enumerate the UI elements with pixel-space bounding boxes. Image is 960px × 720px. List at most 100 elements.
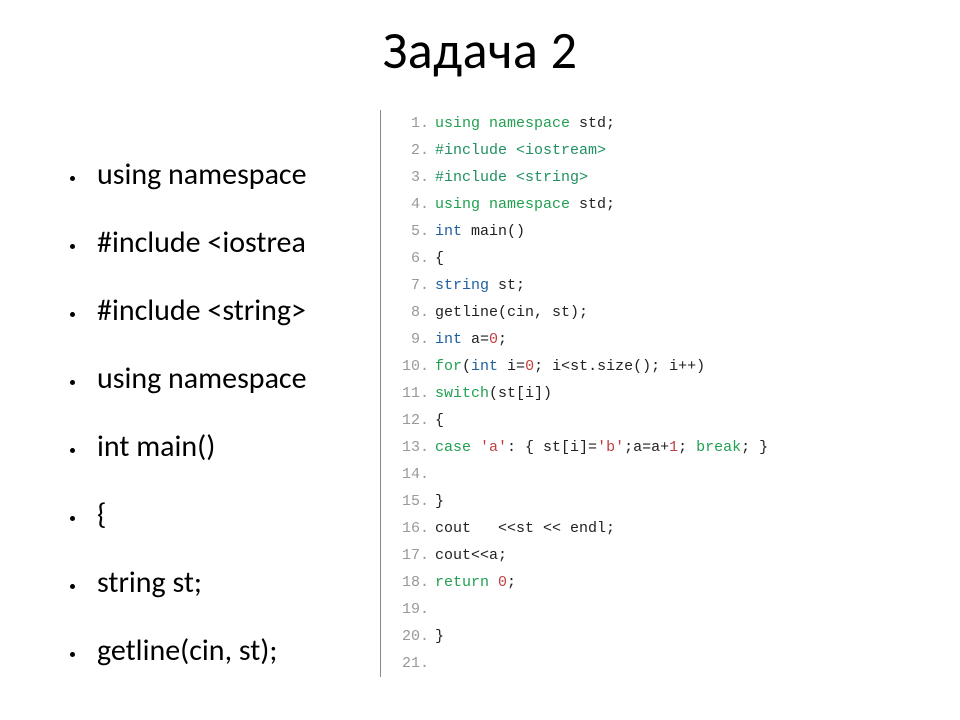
code-line: 10.for(int i=0; i<st.size(); i++) xyxy=(401,353,768,380)
line-number: 5. xyxy=(401,218,429,245)
line-number: 1. xyxy=(401,110,429,137)
code-token: return xyxy=(435,574,489,591)
code-line: 6.{ xyxy=(401,245,768,272)
code-token: (cin, st); xyxy=(498,304,588,321)
code-line: 16.cout <<st << endl; xyxy=(401,515,768,542)
code-token: ; } xyxy=(741,439,768,456)
list-item: int main() xyxy=(70,432,390,462)
list-item-text: getline(cin, st); xyxy=(97,636,277,666)
line-number: 13. xyxy=(401,434,429,461)
code-token: getline xyxy=(435,304,498,321)
bullet-dot-icon xyxy=(70,312,75,317)
code-token: st; xyxy=(489,277,525,294)
bullet-list: using namespace#include <iostrea#include… xyxy=(70,160,390,704)
code-token: case xyxy=(435,439,471,456)
code-line: 11.switch(st[i]) xyxy=(401,380,768,407)
list-item: { xyxy=(70,500,390,530)
code-token: for xyxy=(435,358,462,375)
list-item-text: int main() xyxy=(97,432,215,462)
code-token: 0 xyxy=(525,358,534,375)
code-token: #include <iostream> xyxy=(435,142,606,159)
code-token xyxy=(435,655,444,672)
code-token xyxy=(435,466,444,483)
bullet-dot-icon xyxy=(70,516,75,521)
line-number: 18. xyxy=(401,569,429,596)
code-line: 13.case 'a': { st[i]='b';a=a+1; break; } xyxy=(401,434,768,461)
code-token xyxy=(435,601,444,618)
code-token: ( xyxy=(462,358,471,375)
code-token: } xyxy=(435,493,444,510)
code-line: 15.} xyxy=(401,488,768,515)
code-token: namespace xyxy=(489,196,570,213)
code-token: cout xyxy=(435,547,471,564)
code-line: 7. string st; xyxy=(401,272,768,299)
list-item: using namespace xyxy=(70,160,390,190)
code-line: 12.{ xyxy=(401,407,768,434)
code-token: break xyxy=(696,439,741,456)
code-token: : { st[i]= xyxy=(507,439,597,456)
code-line: 5.int main() xyxy=(401,218,768,245)
code-token: 1 xyxy=(669,439,678,456)
code-token: int xyxy=(435,331,462,348)
line-number: 11. xyxy=(401,380,429,407)
code-token: std; xyxy=(570,196,615,213)
list-item-text: #include <iostrea xyxy=(97,228,306,258)
code-token: a= xyxy=(462,331,489,348)
bullet-dot-icon xyxy=(70,380,75,385)
code-token xyxy=(480,115,489,132)
code-token xyxy=(471,439,480,456)
slide-title: Задача 2 xyxy=(0,18,960,82)
line-number: 4. xyxy=(401,191,429,218)
line-number: 9. xyxy=(401,326,429,353)
line-number: 19. xyxy=(401,596,429,623)
bullet-dot-icon xyxy=(70,244,75,249)
line-number: 8. xyxy=(401,299,429,326)
code-token: ; xyxy=(678,439,696,456)
code-token: std; xyxy=(570,115,615,132)
code-line: 20.} xyxy=(401,623,768,650)
slide: Задача 2 using namespace #include <iostre… xyxy=(0,0,960,720)
line-number: 3. xyxy=(401,164,429,191)
code-token: { xyxy=(435,250,444,267)
code-token xyxy=(480,196,489,213)
code-panel: 1. using namespace std; 2. #include <iostre… xyxy=(380,110,768,677)
code-line: 9.int a=0; xyxy=(401,326,768,353)
code-line: 19. xyxy=(401,596,768,623)
code-line: 8. getline(cin, st); xyxy=(401,299,768,326)
line-number: 7. xyxy=(401,272,429,299)
code-token: } xyxy=(435,628,444,645)
line-number: 14. xyxy=(401,461,429,488)
code-line: 4.using namespace std; xyxy=(401,191,768,218)
code-line: 3. #include <string> xyxy=(401,164,768,191)
code-line: 18. return 0; xyxy=(401,569,768,596)
list-item: getline(cin, st); xyxy=(70,636,390,666)
code-token: int xyxy=(471,358,498,375)
list-item-text: string st; xyxy=(97,568,202,598)
list-item-text: using namespace xyxy=(97,364,307,394)
code-line: 1.using namespace std; xyxy=(401,110,768,137)
code-token xyxy=(489,574,498,591)
bullet-dot-icon xyxy=(70,448,75,453)
line-number: 21. xyxy=(401,650,429,677)
code-token: cout xyxy=(435,520,471,537)
code-token: 0 xyxy=(498,574,507,591)
code-token: string xyxy=(435,277,489,294)
line-number: 17. xyxy=(401,542,429,569)
code-token: using xyxy=(435,115,480,132)
bullet-dot-icon xyxy=(70,176,75,181)
code-token: ; xyxy=(507,574,516,591)
line-number: 15. xyxy=(401,488,429,515)
code-token: ;a=a+ xyxy=(624,439,669,456)
code-line: 2. #include <iostream> xyxy=(401,137,768,164)
code-token: #include <string> xyxy=(435,169,588,186)
code-token: (st[i]) xyxy=(489,385,552,402)
line-number: 2. xyxy=(401,137,429,164)
code-token: ; xyxy=(498,331,507,348)
list-item: using namespace xyxy=(70,364,390,394)
code-token: 'a' xyxy=(480,439,507,456)
code-token: { xyxy=(435,412,444,429)
line-number: 16. xyxy=(401,515,429,542)
line-number: 20. xyxy=(401,623,429,650)
code-token: i= xyxy=(498,358,525,375)
code-token: ; i<st.size(); i++) xyxy=(534,358,705,375)
